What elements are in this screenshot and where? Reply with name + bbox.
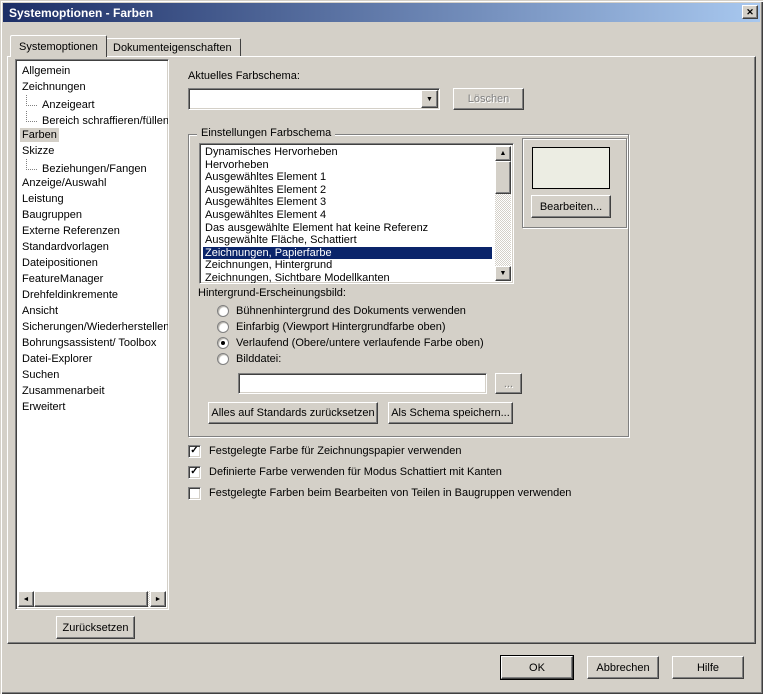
chevron-down-icon: ▼: [426, 95, 433, 103]
sidebar-item-erweitert[interactable]: Erweitert: [16, 399, 168, 415]
group-label: Einstellungen Farbschema: [197, 127, 336, 139]
sidebar-item-anzeige-auswahl[interactable]: Anzeige/Auswahl: [16, 175, 168, 191]
sidebar-item-zeichnungen[interactable]: Zeichnungen: [16, 79, 168, 95]
ok-button[interactable]: OK: [501, 656, 573, 679]
help-button[interactable]: Hilfe: [672, 656, 744, 679]
edit-color-button[interactable]: Bearbeiten...: [531, 195, 611, 218]
list-item-selected[interactable]: Zeichnungen, Papierfarbe: [203, 246, 492, 260]
scroll-left-icon: ◄: [22, 595, 30, 603]
sidebar-item-sicherungen[interactable]: Sicherungen/Wiederherstellen: [16, 319, 168, 335]
sidebar-item-drehfeldinkremente[interactable]: Drehfeldinkremente: [16, 287, 168, 303]
list-item[interactable]: Dynamisches Hervorheben: [203, 146, 492, 159]
checkbox-assembly-edit-colors[interactable]: Festgelegte Farben beim Bearbeiten von T…: [188, 486, 571, 500]
radio-icon[interactable]: [217, 321, 229, 333]
color-preview-panel: Bearbeiten...: [522, 138, 627, 228]
reset-button[interactable]: Zurücksetzen: [56, 616, 135, 639]
sidebar-item-leistung[interactable]: Leistung: [16, 191, 168, 207]
checkbox-unchecked-icon[interactable]: [188, 486, 201, 500]
checkbox-checked-icon[interactable]: [188, 465, 201, 479]
window-title: Systemoptionen - Farben: [9, 5, 154, 20]
scrollbar-thumb[interactable]: [34, 591, 148, 607]
sidebar-item-bereich-schraffieren[interactable]: Bereich schraffieren/füllen: [16, 111, 168, 127]
save-as-scheme-button[interactable]: Als Schema speichern...: [388, 402, 513, 424]
list-item[interactable]: Ausgewählte Fläche, Schattiert: [203, 234, 492, 247]
scroll-down-icon: ▼: [499, 270, 507, 277]
checkbox-shaded-with-edges[interactable]: Definierte Farbe verwenden für Modus Sch…: [188, 465, 502, 479]
color-scheme-combobox[interactable]: ▼: [188, 88, 440, 110]
scrollbar-thumb[interactable]: [495, 161, 511, 194]
sidebar-horizontal-scrollbar[interactable]: ◄ ►: [18, 591, 166, 607]
list-item[interactable]: Hervorheben: [203, 159, 492, 172]
cancel-button[interactable]: Abbrechen: [587, 656, 659, 679]
background-appearance-label: Hintergrund-Erscheinungsbild:: [198, 287, 346, 299]
tab-dokumenteigenschaften[interactable]: Dokumenteigenschaften: [104, 38, 241, 57]
sidebar-item-ansicht[interactable]: Ansicht: [16, 303, 168, 319]
sidebar-item-bohrungsassistent[interactable]: Bohrungsassistent/ Toolbox: [16, 335, 168, 351]
sidebar-item-datei-explorer[interactable]: Datei-Explorer: [16, 351, 168, 367]
radio-selected-icon[interactable]: [217, 337, 229, 349]
titlebar[interactable]: Systemoptionen - Farben ✕: [3, 3, 760, 22]
checkbox-checked-icon[interactable]: [188, 444, 201, 458]
options-page: Allgemein Zeichnungen Anzeigeart Bereich…: [7, 56, 756, 644]
color-swatch: [532, 147, 610, 189]
radio-gradient[interactable]: Verlaufend (Obere/untere verlaufende Far…: [217, 336, 484, 350]
tab-label: Dokumenteigenschaften: [113, 41, 232, 54]
list-item[interactable]: Ausgewähltes Element 4: [203, 209, 492, 222]
scroll-up-icon: ▲: [499, 150, 507, 157]
radio-scene-background[interactable]: Bühnenhintergrund des Dokuments verwende…: [217, 304, 466, 318]
sidebar-item-zusammenarbeit[interactable]: Zusammenarbeit: [16, 383, 168, 399]
tab-label: Systemoptionen: [19, 40, 98, 53]
radio-image-file[interactable]: Bilddatei:: [217, 352, 281, 366]
list-item[interactable]: Das ausgewählte Element hat keine Refere…: [203, 222, 492, 235]
close-icon: ✕: [746, 6, 754, 17]
list-item[interactable]: Ausgewähltes Element 3: [203, 196, 492, 209]
browse-button[interactable]: ...: [495, 373, 522, 394]
sidebar-item-externe-referenzen[interactable]: Externe Referenzen: [16, 223, 168, 239]
color-scheme-settings-group: Einstellungen Farbschema Dynamisches Her…: [188, 127, 629, 437]
list-item[interactable]: Ausgewähltes Element 1: [203, 171, 492, 184]
list-item[interactable]: Ausgewähltes Element 2: [203, 184, 492, 197]
sidebar-item-dateipositionen[interactable]: Dateipositionen: [16, 255, 168, 271]
sidebar-item-baugruppen[interactable]: Baugruppen: [16, 207, 168, 223]
sidebar-item-suchen[interactable]: Suchen: [16, 367, 168, 383]
sidebar-item-allgemein[interactable]: Allgemein: [16, 63, 168, 79]
radio-icon[interactable]: [217, 305, 229, 317]
reset-to-defaults-button[interactable]: Alles auf Standards zurücksetzen: [208, 402, 378, 424]
image-file-input[interactable]: [238, 373, 487, 394]
color-settings-list: Dynamisches Hervorheben Hervorheben Ausg…: [199, 143, 514, 284]
list-vertical-scrollbar[interactable]: ▲ ▼: [495, 146, 511, 281]
tree-branch-icon: [26, 95, 37, 106]
sidebar-item-beziehungen-fangen[interactable]: Beziehungen/Fangen: [16, 159, 168, 175]
list-item[interactable]: Zeichnungen, Hintergrund: [203, 259, 492, 272]
scroll-right-icon: ►: [154, 595, 162, 603]
current-scheme-label: Aktuelles Farbschema:: [188, 70, 300, 82]
scroll-down-button[interactable]: ▼: [495, 266, 511, 281]
scroll-up-button[interactable]: ▲: [495, 146, 511, 161]
combobox-dropdown-button[interactable]: ▼: [421, 90, 438, 108]
system-options-dialog: Systemoptionen - Farben ✕ Systemoptionen…: [0, 0, 763, 694]
sidebar-item-skizze[interactable]: Skizze: [16, 143, 168, 159]
delete-button[interactable]: Löschen: [453, 88, 524, 110]
radio-icon[interactable]: [217, 353, 229, 365]
sidebar-item-featuremanager[interactable]: FeatureManager: [16, 271, 168, 287]
options-tree: Allgemein Zeichnungen Anzeigeart Bereich…: [15, 59, 169, 610]
close-button[interactable]: ✕: [742, 5, 758, 19]
sidebar-item-anzeigeart[interactable]: Anzeigeart: [16, 95, 168, 111]
tree-branch-icon: [26, 111, 37, 122]
tab-systemoptionen[interactable]: Systemoptionen: [10, 35, 107, 57]
scroll-right-button[interactable]: ►: [150, 591, 166, 607]
list-item[interactable]: Zeichnungen, Sichtbare Modellkanten: [203, 272, 492, 283]
sidebar-item-standardvorlagen[interactable]: Standardvorlagen: [16, 239, 168, 255]
tree-branch-icon: [26, 159, 37, 170]
scroll-left-button[interactable]: ◄: [18, 591, 34, 607]
sidebar-item-farben[interactable]: Farben: [16, 127, 168, 143]
radio-plain-color[interactable]: Einfarbig (Viewport Hintergrundfarbe obe…: [217, 320, 446, 334]
checkbox-paper-color[interactable]: Festgelegte Farbe für Zeichnungspapier v…: [188, 444, 462, 458]
